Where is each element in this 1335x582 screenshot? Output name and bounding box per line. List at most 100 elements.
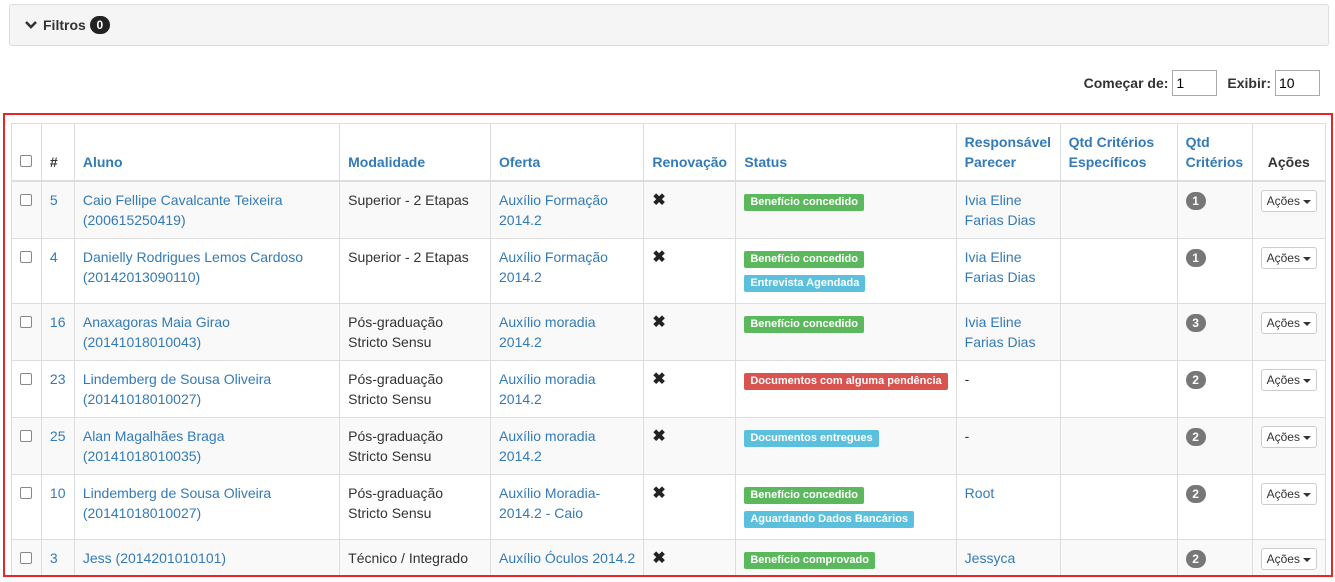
row-select-cell xyxy=(11,360,42,418)
row-modalidade: Pós-graduação Stricto Sensu xyxy=(339,303,491,361)
responsavel-link[interactable]: Ivia Eline Farias Dias xyxy=(965,249,1036,285)
actions-dropdown-button[interactable]: Ações xyxy=(1260,247,1317,269)
row-checkbox[interactable] xyxy=(20,194,32,206)
row-id-link[interactable]: 23 xyxy=(50,371,66,387)
row-aluno-cell: Anaxagoras Maia Girao (20141018010043) xyxy=(73,303,341,361)
row-qtd-criterios-cell: 1 xyxy=(1176,238,1253,304)
table-header-row: # Aluno Modalidade Oferta Renovação Stat… xyxy=(11,123,1327,182)
row-checkbox[interactable] xyxy=(20,373,32,385)
aluno-link[interactable]: Caio Fellipe Cavalcante Teixeira (200615… xyxy=(83,192,283,228)
row-id-link[interactable]: 16 xyxy=(50,314,66,330)
oferta-link[interactable]: Auxílio moradia 2014.2 xyxy=(499,314,596,350)
row-status-cell: Benefício concedido xyxy=(735,180,957,239)
start-input[interactable] xyxy=(1172,70,1218,96)
actions-button-label: Ações xyxy=(1266,194,1300,208)
row-checkbox[interactable] xyxy=(20,552,32,564)
responsavel-link[interactable]: Root xyxy=(965,485,995,501)
row-select-cell xyxy=(11,238,42,304)
responsavel-link[interactable]: Jessyca xyxy=(965,550,1016,566)
responsavel-link[interactable]: Ivia Eline Farias Dias xyxy=(965,314,1036,350)
table-row: 10 Lindemberg de Sousa Oliveira (20141018… xyxy=(11,474,1327,540)
table-row: 4 Danielly Rodrigues Lemos Cardoso (20142… xyxy=(11,238,1327,304)
filters-toggle[interactable]: Filtros 0 xyxy=(9,4,1329,46)
oferta-link[interactable]: Auxílio moradia 2014.2 xyxy=(499,371,596,407)
row-responsavel-cell: - xyxy=(955,417,1061,475)
row-aluno-cell: Alan Magalhães Braga (20141018010035) xyxy=(73,417,341,475)
row-select-cell xyxy=(11,474,42,540)
row-checkbox[interactable] xyxy=(20,316,32,328)
col-oferta[interactable]: Oferta xyxy=(489,123,645,182)
col-status[interactable]: Status xyxy=(735,123,957,182)
oferta-link[interactable]: Auxílio Formação 2014.2 xyxy=(499,249,608,285)
row-renovacao-cell: ✖ xyxy=(643,474,737,540)
actions-dropdown-button[interactable]: Ações xyxy=(1260,483,1317,505)
responsavel-link[interactable]: Ivia Eline Farias Dias xyxy=(965,192,1036,228)
row-aluno-cell: Caio Fellipe Cavalcante Teixeira (200615… xyxy=(73,180,341,239)
row-responsavel-cell: Jessyca xyxy=(955,539,1061,575)
aluno-link[interactable]: Danielly Rodrigues Lemos Cardoso (201420… xyxy=(83,249,303,285)
row-select-cell xyxy=(11,303,42,361)
row-oferta-cell: Auxílio Formação 2014.2 xyxy=(489,180,645,239)
row-renovacao-cell: ✖ xyxy=(643,238,737,304)
actions-dropdown-button[interactable]: Ações xyxy=(1260,426,1317,448)
row-qtd-especificos xyxy=(1059,539,1178,575)
aluno-link[interactable]: Lindemberg de Sousa Oliveira (2014101801… xyxy=(83,485,271,521)
status-badge: Benefício comprovado xyxy=(744,552,875,569)
actions-dropdown-button[interactable]: Ações xyxy=(1260,190,1317,212)
criteria-count-badge: 2 xyxy=(1185,428,1206,446)
actions-dropdown-button[interactable]: Ações xyxy=(1260,312,1317,334)
oferta-link[interactable]: Auxílio Moradia-2014.2 - Caio xyxy=(499,485,600,521)
aluno-link[interactable]: Alan Magalhães Braga (20141018010035) xyxy=(83,428,225,464)
col-responsavel[interactable]: Responsável Parecer xyxy=(955,123,1061,182)
criteria-count-badge: 3 xyxy=(1185,314,1206,332)
row-actions-cell: Ações xyxy=(1251,180,1327,239)
row-oferta-cell: Auxílio moradia 2014.2 xyxy=(489,303,645,361)
row-actions-cell: Ações xyxy=(1251,539,1327,575)
row-oferta-cell: Auxílio moradia 2014.2 xyxy=(489,360,645,418)
oferta-link[interactable]: Auxílio Formação 2014.2 xyxy=(499,192,608,228)
actions-dropdown-button[interactable]: Ações xyxy=(1260,369,1317,391)
row-responsavel-cell: Ivia Eline Farias Dias xyxy=(955,303,1061,361)
row-responsavel-cell: Ivia Eline Farias Dias xyxy=(955,238,1061,304)
aluno-link[interactable]: Lindemberg de Sousa Oliveira (2014101801… xyxy=(83,371,271,407)
select-all-checkbox[interactable] xyxy=(20,155,32,167)
status-badge: Benefício concedido xyxy=(744,251,864,268)
oferta-link[interactable]: Auxílio Óculos 2014.2 xyxy=(499,550,635,566)
col-aluno[interactable]: Aluno xyxy=(73,123,341,182)
row-oferta-cell: Auxílio Formação 2014.2 xyxy=(489,238,645,304)
aluno-link[interactable]: Jess (2014201010101) xyxy=(83,550,226,566)
table-row: 16 Anaxagoras Maia Girao (20141018010043)… xyxy=(11,303,1327,361)
row-checkbox[interactable] xyxy=(20,430,32,442)
row-actions-cell: Ações xyxy=(1251,474,1327,540)
criteria-count-badge: 1 xyxy=(1185,249,1206,267)
row-id-cell: 5 xyxy=(40,180,75,239)
responsavel-text: - xyxy=(964,428,970,444)
col-qtd-especificos[interactable]: Qtd Critérios Específicos xyxy=(1059,123,1178,182)
col-num[interactable]: # xyxy=(40,123,75,182)
row-id-link[interactable]: 25 xyxy=(50,428,66,444)
oferta-link[interactable]: Auxílio moradia 2014.2 xyxy=(499,428,596,464)
aluno-link[interactable]: Anaxagoras Maia Girao (20141018010043) xyxy=(83,314,230,350)
paging-controls: Começar de: Exibir: xyxy=(1084,70,1320,96)
row-id-link[interactable]: 4 xyxy=(50,249,58,265)
responsavel-text: - xyxy=(964,371,970,387)
row-id-link[interactable]: 5 xyxy=(50,192,58,208)
show-input[interactable] xyxy=(1275,70,1320,96)
row-id-link[interactable]: 10 xyxy=(50,485,66,501)
row-qtd-criterios-cell: 2 xyxy=(1176,360,1253,418)
row-status-cell: Benefício concedido Aguardando Dados Banc… xyxy=(735,474,957,540)
actions-dropdown-button[interactable]: Ações xyxy=(1260,548,1317,570)
row-qtd-especificos xyxy=(1059,180,1178,239)
row-checkbox[interactable] xyxy=(20,487,32,499)
status-badge: Aguardando Dados Bancários xyxy=(744,511,915,528)
status-badge: Benefício concedido xyxy=(744,487,864,504)
row-renovacao-cell: ✖ xyxy=(643,360,737,418)
row-qtd-especificos xyxy=(1059,417,1178,475)
col-renovacao[interactable]: Renovação xyxy=(643,123,737,182)
col-modalidade[interactable]: Modalidade xyxy=(339,123,491,182)
col-qtd-criterios[interactable]: Qtd Critérios xyxy=(1176,123,1253,182)
row-checkbox[interactable] xyxy=(20,251,32,263)
row-aluno-cell: Lindemberg de Sousa Oliveira (2014101801… xyxy=(73,360,341,418)
row-id-link[interactable]: 3 xyxy=(50,550,58,566)
caret-down-icon xyxy=(1302,378,1311,383)
